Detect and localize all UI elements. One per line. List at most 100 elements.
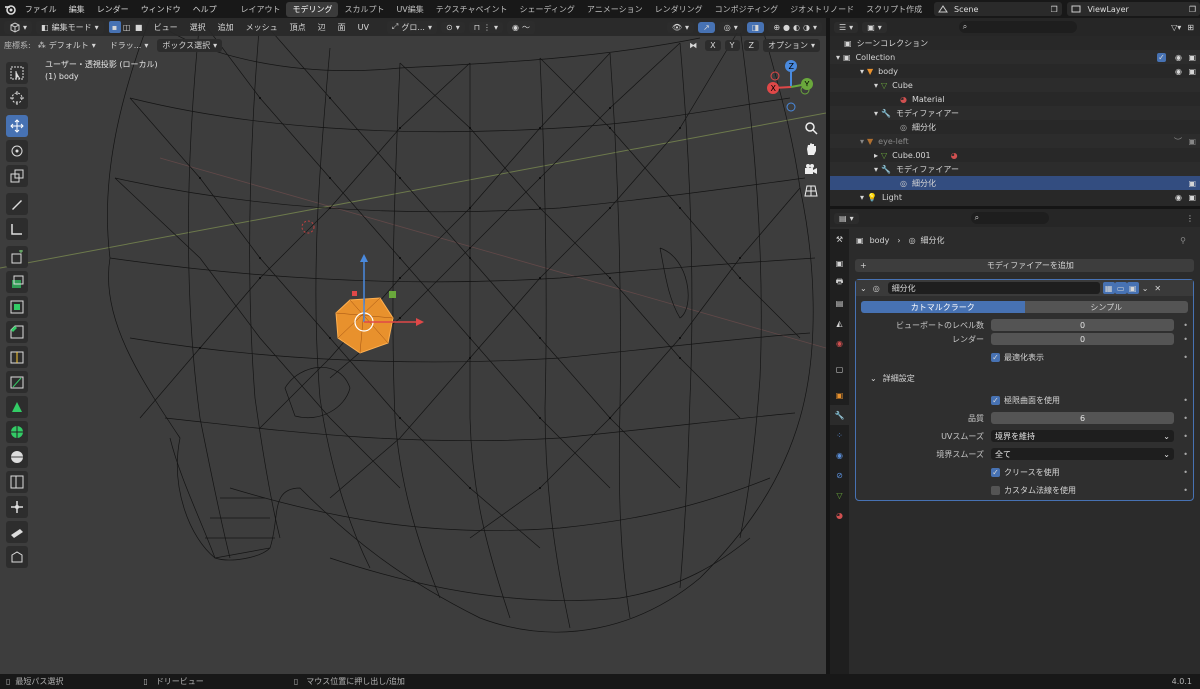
menu-uv[interactable]: UV xyxy=(353,22,374,33)
tree-row-collection[interactable]: ▾ ▣ Collection ✓ ◉ ▣ xyxy=(830,50,1200,64)
render-toggle-icon[interactable]: ▣ xyxy=(1126,282,1139,294)
menu-window[interactable]: ウィンドウ xyxy=(135,4,187,15)
menu-face[interactable]: 面 xyxy=(333,21,351,34)
visibility-menu[interactable]: 👁 ▾ xyxy=(666,21,695,33)
material-shading-icon[interactable]: ◐ xyxy=(793,23,800,32)
perspective-grid-icon[interactable] xyxy=(801,181,821,201)
tab-scripting[interactable]: スクリプト作成 xyxy=(860,2,928,17)
scene-tab-icon[interactable]: ◭ xyxy=(830,313,849,333)
transform-orientation[interactable]: ⤢ グロ... ▾ xyxy=(386,20,437,34)
annotate-tool[interactable] xyxy=(6,193,28,215)
keyframe-dot-icon[interactable]: • xyxy=(1183,321,1188,330)
keyframe-dot-icon[interactable]: • xyxy=(1183,432,1188,441)
tree-row-material[interactable]: ◕ Material xyxy=(830,92,1200,106)
menu-render[interactable]: レンダー xyxy=(91,4,135,15)
mirror-x-button[interactable]: X xyxy=(705,39,721,51)
tree-row-scene-collection[interactable]: ▣ シーンコレクション xyxy=(830,36,1200,50)
tree-row-light[interactable]: ▾ 💡 Light ◉ ▣ xyxy=(830,190,1200,204)
tree-row-eye-left[interactable]: ▾ ▼ eye-left ︶ ▣ xyxy=(830,134,1200,148)
tree-row-body[interactable]: ▾ ▼ body ◉ ▣ xyxy=(830,64,1200,78)
view-layer-selector[interactable]: ViewLayer ❐ xyxy=(1067,2,1200,16)
disclosure-expanded-icon[interactable]: ▾ xyxy=(860,193,864,202)
properties-search-input[interactable]: ⌕ xyxy=(970,212,1049,224)
constraints-tab-icon[interactable]: ⊘ xyxy=(830,465,849,485)
tab-shading[interactable]: シェーディング xyxy=(513,2,580,17)
collapse-icon[interactable]: ⌄ xyxy=(860,284,867,293)
menu-mesh[interactable]: メッシュ xyxy=(241,21,283,34)
dropdown-icon[interactable]: ⌄ xyxy=(1142,284,1149,293)
menu-help[interactable]: ヘルプ xyxy=(187,4,223,15)
snap-toggle[interactable]: ⊓ ⋮ ▾ xyxy=(468,21,503,33)
gizmo-toggle[interactable]: ↗ xyxy=(698,21,715,33)
world-tab-icon[interactable]: ◉ xyxy=(830,333,849,353)
keyframe-dot-icon[interactable]: • xyxy=(1183,468,1188,477)
bevel-tool[interactable] xyxy=(6,321,28,343)
rip-region-tool[interactable] xyxy=(6,546,28,568)
disclosure-expanded-icon[interactable]: ▾ xyxy=(874,109,878,118)
tab-modeling[interactable]: モデリング xyxy=(286,1,339,17)
simple-tab[interactable]: シンプル xyxy=(1024,301,1188,313)
rendered-shading-icon[interactable]: ◑ xyxy=(803,23,810,32)
edit-mode-toggle-icon[interactable]: ▦ xyxy=(1102,282,1115,294)
wireframe-shading-icon[interactable]: ⊕ xyxy=(773,23,780,32)
outliner-search-input[interactable]: ⌕ xyxy=(958,21,1077,33)
tree-row-modifiers[interactable]: ▾ 🔧 モディファイアー xyxy=(830,106,1200,120)
disclosure-expanded-icon[interactable]: ▾ xyxy=(874,81,878,90)
cursor-tool[interactable] xyxy=(6,87,28,109)
tab-animation[interactable]: アニメーション xyxy=(581,2,649,17)
solid-shading-icon[interactable]: ● xyxy=(783,23,790,32)
camera-icon[interactable]: ▣ xyxy=(1188,53,1196,62)
scene-selector[interactable]: Scene ❐ xyxy=(934,2,1062,16)
keyframe-dot-icon[interactable]: • xyxy=(1183,450,1188,459)
pin-icon[interactable]: ⚲ xyxy=(1180,236,1186,245)
keyframe-dot-icon[interactable]: • xyxy=(1183,335,1188,344)
tree-row-cube-001[interactable]: ▸ ▽ Cube.001 ◕ xyxy=(830,148,1200,162)
shear-tool[interactable] xyxy=(6,521,28,543)
eye-icon[interactable]: ◉ xyxy=(1175,193,1182,202)
mode-selector[interactable]: ◧ 編集モード ▾ xyxy=(36,20,104,34)
use-creases-checkbox[interactable]: ✓ クリースを使用 xyxy=(991,467,1060,478)
optimal-display-checkbox[interactable]: ✓ 最適化表示 xyxy=(991,352,1044,363)
camera-icon[interactable]: ▣ xyxy=(1188,67,1196,76)
menu-vertex[interactable]: 頂点 xyxy=(285,21,311,34)
tool-tab-icon[interactable]: ⚒ xyxy=(830,229,849,249)
camera-icon[interactable]: ▣ xyxy=(1188,179,1196,188)
keyframe-dot-icon[interactable]: • xyxy=(1183,414,1188,423)
catmull-clark-tab[interactable]: カトマルクラーク xyxy=(861,301,1025,313)
render-levels-field[interactable]: 0 xyxy=(991,333,1174,345)
eye-icon[interactable]: ◉ xyxy=(1175,53,1182,62)
add-cube-tool[interactable] xyxy=(6,246,28,268)
close-icon[interactable]: ✕ xyxy=(1154,284,1161,293)
new-collection-icon[interactable]: ⊞ xyxy=(1187,23,1194,32)
boundary-smooth-dropdown[interactable]: 全て ⌄ xyxy=(991,448,1174,460)
uv-smooth-dropdown[interactable]: 境界を維持 ⌄ xyxy=(991,430,1174,442)
face-select-icon[interactable]: ■ xyxy=(133,21,145,33)
quality-field[interactable]: 6 xyxy=(991,412,1174,424)
menu-add[interactable]: 追加 xyxy=(213,21,239,34)
data-tab-icon[interactable]: ▽ xyxy=(830,485,849,505)
select-mode-toggle[interactable]: ▪ ◫ ■ xyxy=(108,21,145,33)
camera-icon[interactable]: ▣ xyxy=(1188,193,1196,202)
move-tool[interactable] xyxy=(6,115,28,137)
shading-modes[interactable]: ⊕ ● ◐ ◑ ▾ xyxy=(768,21,822,33)
zoom-icon[interactable] xyxy=(801,118,821,138)
shrink-fatten-tool[interactable] xyxy=(6,496,28,518)
menu-select[interactable]: 選択 xyxy=(185,21,211,34)
modifier-name-input[interactable]: 細分化 xyxy=(887,282,1100,294)
loop-cut-tool[interactable] xyxy=(6,346,28,368)
coord-system-selector[interactable]: ⁂ デフォルト ▾ xyxy=(33,39,101,52)
mirror-icon[interactable]: ⧓ xyxy=(684,40,702,51)
render-tab-icon[interactable]: ▣ xyxy=(830,253,849,273)
pivot-point-selector[interactable]: ⊙ ▾ xyxy=(440,21,465,33)
inset-tool[interactable] xyxy=(6,296,28,318)
camera-view-icon[interactable] xyxy=(801,160,821,180)
tree-row-subdivision[interactable]: ◎ 細分化 xyxy=(830,120,1200,134)
output-tab-icon[interactable]: 🖶 xyxy=(830,273,849,293)
filter-icon[interactable]: ▽▾ xyxy=(1171,23,1181,32)
smooth-tool[interactable] xyxy=(6,446,28,468)
limit-surface-checkbox[interactable]: ✓ 極限曲面を使用 xyxy=(991,395,1060,406)
spin-tool[interactable] xyxy=(6,421,28,443)
keyframe-dot-icon[interactable]: • xyxy=(1183,396,1188,405)
tree-row-subdivision-selected[interactable]: ◎ 細分化 ▣ xyxy=(830,176,1200,190)
tab-compositing[interactable]: コンポジティング xyxy=(709,2,785,17)
